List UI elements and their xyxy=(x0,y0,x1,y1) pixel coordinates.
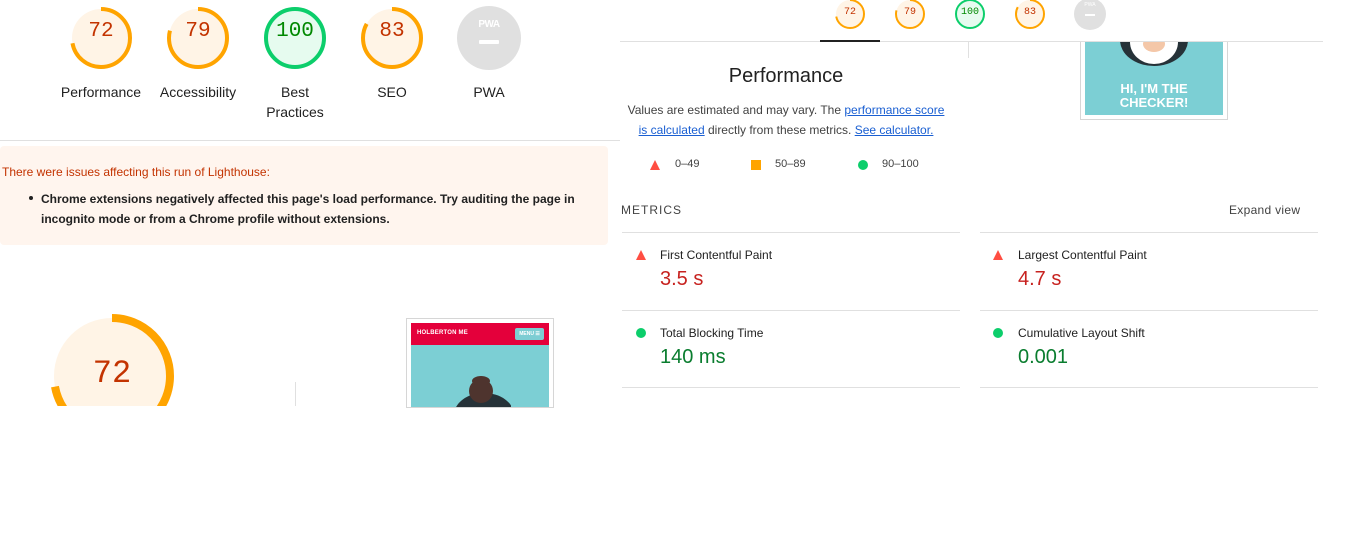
metrics-header: METRICS xyxy=(621,203,682,217)
circle-pass-icon xyxy=(858,160,868,170)
score-value: 79 xyxy=(185,20,211,43)
warning-item: Chrome extensions negatively affected th… xyxy=(41,192,575,226)
score-gauge-accessibility[interactable]: 79 Accessibility xyxy=(143,6,253,102)
thumbnail-brand: HOLBERTON ME xyxy=(417,330,468,336)
avatar-illustration-icon xyxy=(456,376,511,407)
legend-average-range: 50–89 xyxy=(775,158,806,170)
metric-name-cls: Cumulative Layout Shift xyxy=(1018,326,1145,340)
performance-title: Performance xyxy=(728,65,844,87)
score-value: 72 xyxy=(88,20,114,43)
thumbnail-menu-button: MENU ☰ xyxy=(515,328,544,340)
score-value: 100 xyxy=(276,20,314,43)
score-label: Accessibility xyxy=(159,84,237,100)
tab-score-value: 79 xyxy=(903,7,916,18)
legend-pass-range: 90–100 xyxy=(882,158,919,170)
score-label: Performance xyxy=(60,84,142,100)
metric-value-lcp: 4.7 s xyxy=(1018,268,1062,290)
score-gauge-performance[interactable]: 72 Performance xyxy=(46,6,156,102)
metric-value-tbt: 140 ms xyxy=(660,346,726,368)
performance-description: Values are estimated and may vary. The p… xyxy=(622,100,950,140)
vertical-divider xyxy=(968,42,969,58)
thumbnail-hero xyxy=(411,345,549,407)
score-label-line1: Best xyxy=(280,84,309,100)
metric-value-cls: 0.001 xyxy=(1018,346,1069,368)
triangle-fail-icon xyxy=(636,250,646,260)
warning-bullet xyxy=(29,196,33,200)
score-gauge-best-practices[interactable]: 100 Best Practices xyxy=(240,6,350,122)
tab-score-value: 100 xyxy=(960,7,979,18)
metric-value-fcp: 3.5 s xyxy=(660,268,704,290)
triangle-fail-icon xyxy=(993,250,1003,260)
pwa-badge-icon xyxy=(457,6,521,70)
desc-text: Values are estimated and may vary. The xyxy=(627,103,845,117)
score-gauge-pwa[interactable]: PWA PWA xyxy=(434,6,544,102)
big-gauge-value: 72 xyxy=(92,355,132,392)
metric-name-lcp: Largest Contentful Paint xyxy=(1018,248,1147,262)
vertical-divider xyxy=(295,382,296,406)
avatar-illustration-icon xyxy=(1120,42,1188,66)
triangle-fail-icon xyxy=(650,160,660,170)
tab-pwa-text: PWA xyxy=(1084,2,1096,8)
metric-divider xyxy=(980,310,1318,311)
desc-text: directly from these metrics. xyxy=(704,123,855,137)
thumbnail-hero-text: HI, I'M THE CHECKER! xyxy=(1085,82,1223,110)
tab-score-value: 83 xyxy=(1023,7,1036,18)
page-screenshot-thumbnail-right[interactable]: HI, I'M THE CHECKER! xyxy=(1080,42,1228,120)
metric-divider xyxy=(622,310,960,311)
circle-pass-icon xyxy=(993,328,1003,338)
circle-pass-icon xyxy=(636,328,646,338)
metric-divider xyxy=(622,387,960,388)
score-value: 83 xyxy=(379,20,405,43)
see-calculator-link[interactable]: See calculator. xyxy=(855,123,934,137)
score-label: PWA xyxy=(473,84,505,100)
page-screenshot-thumbnail[interactable]: HOLBERTON ME MENU ☰ xyxy=(406,318,554,408)
legend-fail-range: 0–49 xyxy=(675,158,700,170)
score-gauge-seo[interactable]: 83 SEO xyxy=(337,6,447,102)
metric-name-fcp: First Contentful Paint xyxy=(660,248,773,262)
square-average-icon xyxy=(751,160,761,170)
score-label: SEO xyxy=(377,84,407,100)
score-label: Best Practices xyxy=(240,82,350,122)
score-label-line2: Practices xyxy=(266,104,324,120)
tab-score-value: 72 xyxy=(843,7,856,18)
metric-divider xyxy=(622,232,960,233)
hero-line1: HI, I'M THE xyxy=(1120,81,1188,96)
section-divider xyxy=(0,140,620,141)
hero-line2: CHECKER! xyxy=(1119,95,1189,110)
metric-divider xyxy=(980,232,1318,233)
metric-name-tbt: Total Blocking Time xyxy=(660,326,764,340)
pwa-badge-text: PWA xyxy=(478,19,500,30)
warning-title: There were issues affecting this run of … xyxy=(2,165,270,179)
metric-divider xyxy=(980,387,1318,388)
active-tab-indicator xyxy=(820,40,880,42)
expand-view-toggle[interactable]: Expand view xyxy=(1229,203,1300,217)
